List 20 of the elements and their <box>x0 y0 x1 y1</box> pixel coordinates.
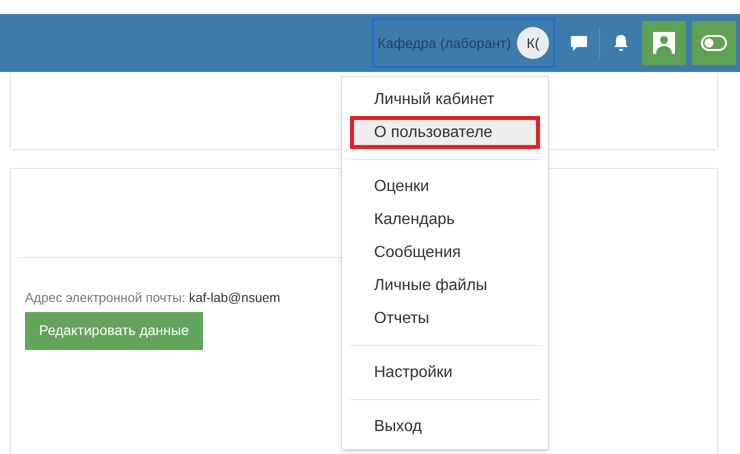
user-menu-toggle[interactable]: Кафедра (лаборант) К( <box>372 18 555 68</box>
menu-item[interactable]: Настройки <box>350 356 540 389</box>
person-icon <box>652 31 676 55</box>
email-label: Адрес электронной почты: <box>25 290 186 305</box>
menu-item[interactable]: Отчеты <box>350 302 540 335</box>
menu-item[interactable]: Личный кабинет <box>350 83 540 116</box>
toggle-button[interactable] <box>692 21 736 65</box>
user-name: Кафедра (лаборант) <box>378 34 511 53</box>
menu-item[interactable]: Оценки <box>350 170 540 203</box>
menu-item[interactable]: Выход <box>350 410 540 443</box>
menu-item[interactable]: Календарь <box>350 203 540 236</box>
toggle-icon <box>701 35 727 51</box>
email-value: kaf-lab@nsuem <box>189 290 280 305</box>
menu-item[interactable]: О пользователе <box>350 116 540 149</box>
menu-item[interactable]: Личные файлы <box>350 269 540 302</box>
menu-item[interactable]: Сообщения <box>350 236 540 269</box>
chat-icon[interactable] <box>569 33 589 53</box>
bell-icon[interactable] <box>612 33 630 53</box>
avatar: К( <box>517 27 549 59</box>
user-button[interactable] <box>642 21 686 65</box>
